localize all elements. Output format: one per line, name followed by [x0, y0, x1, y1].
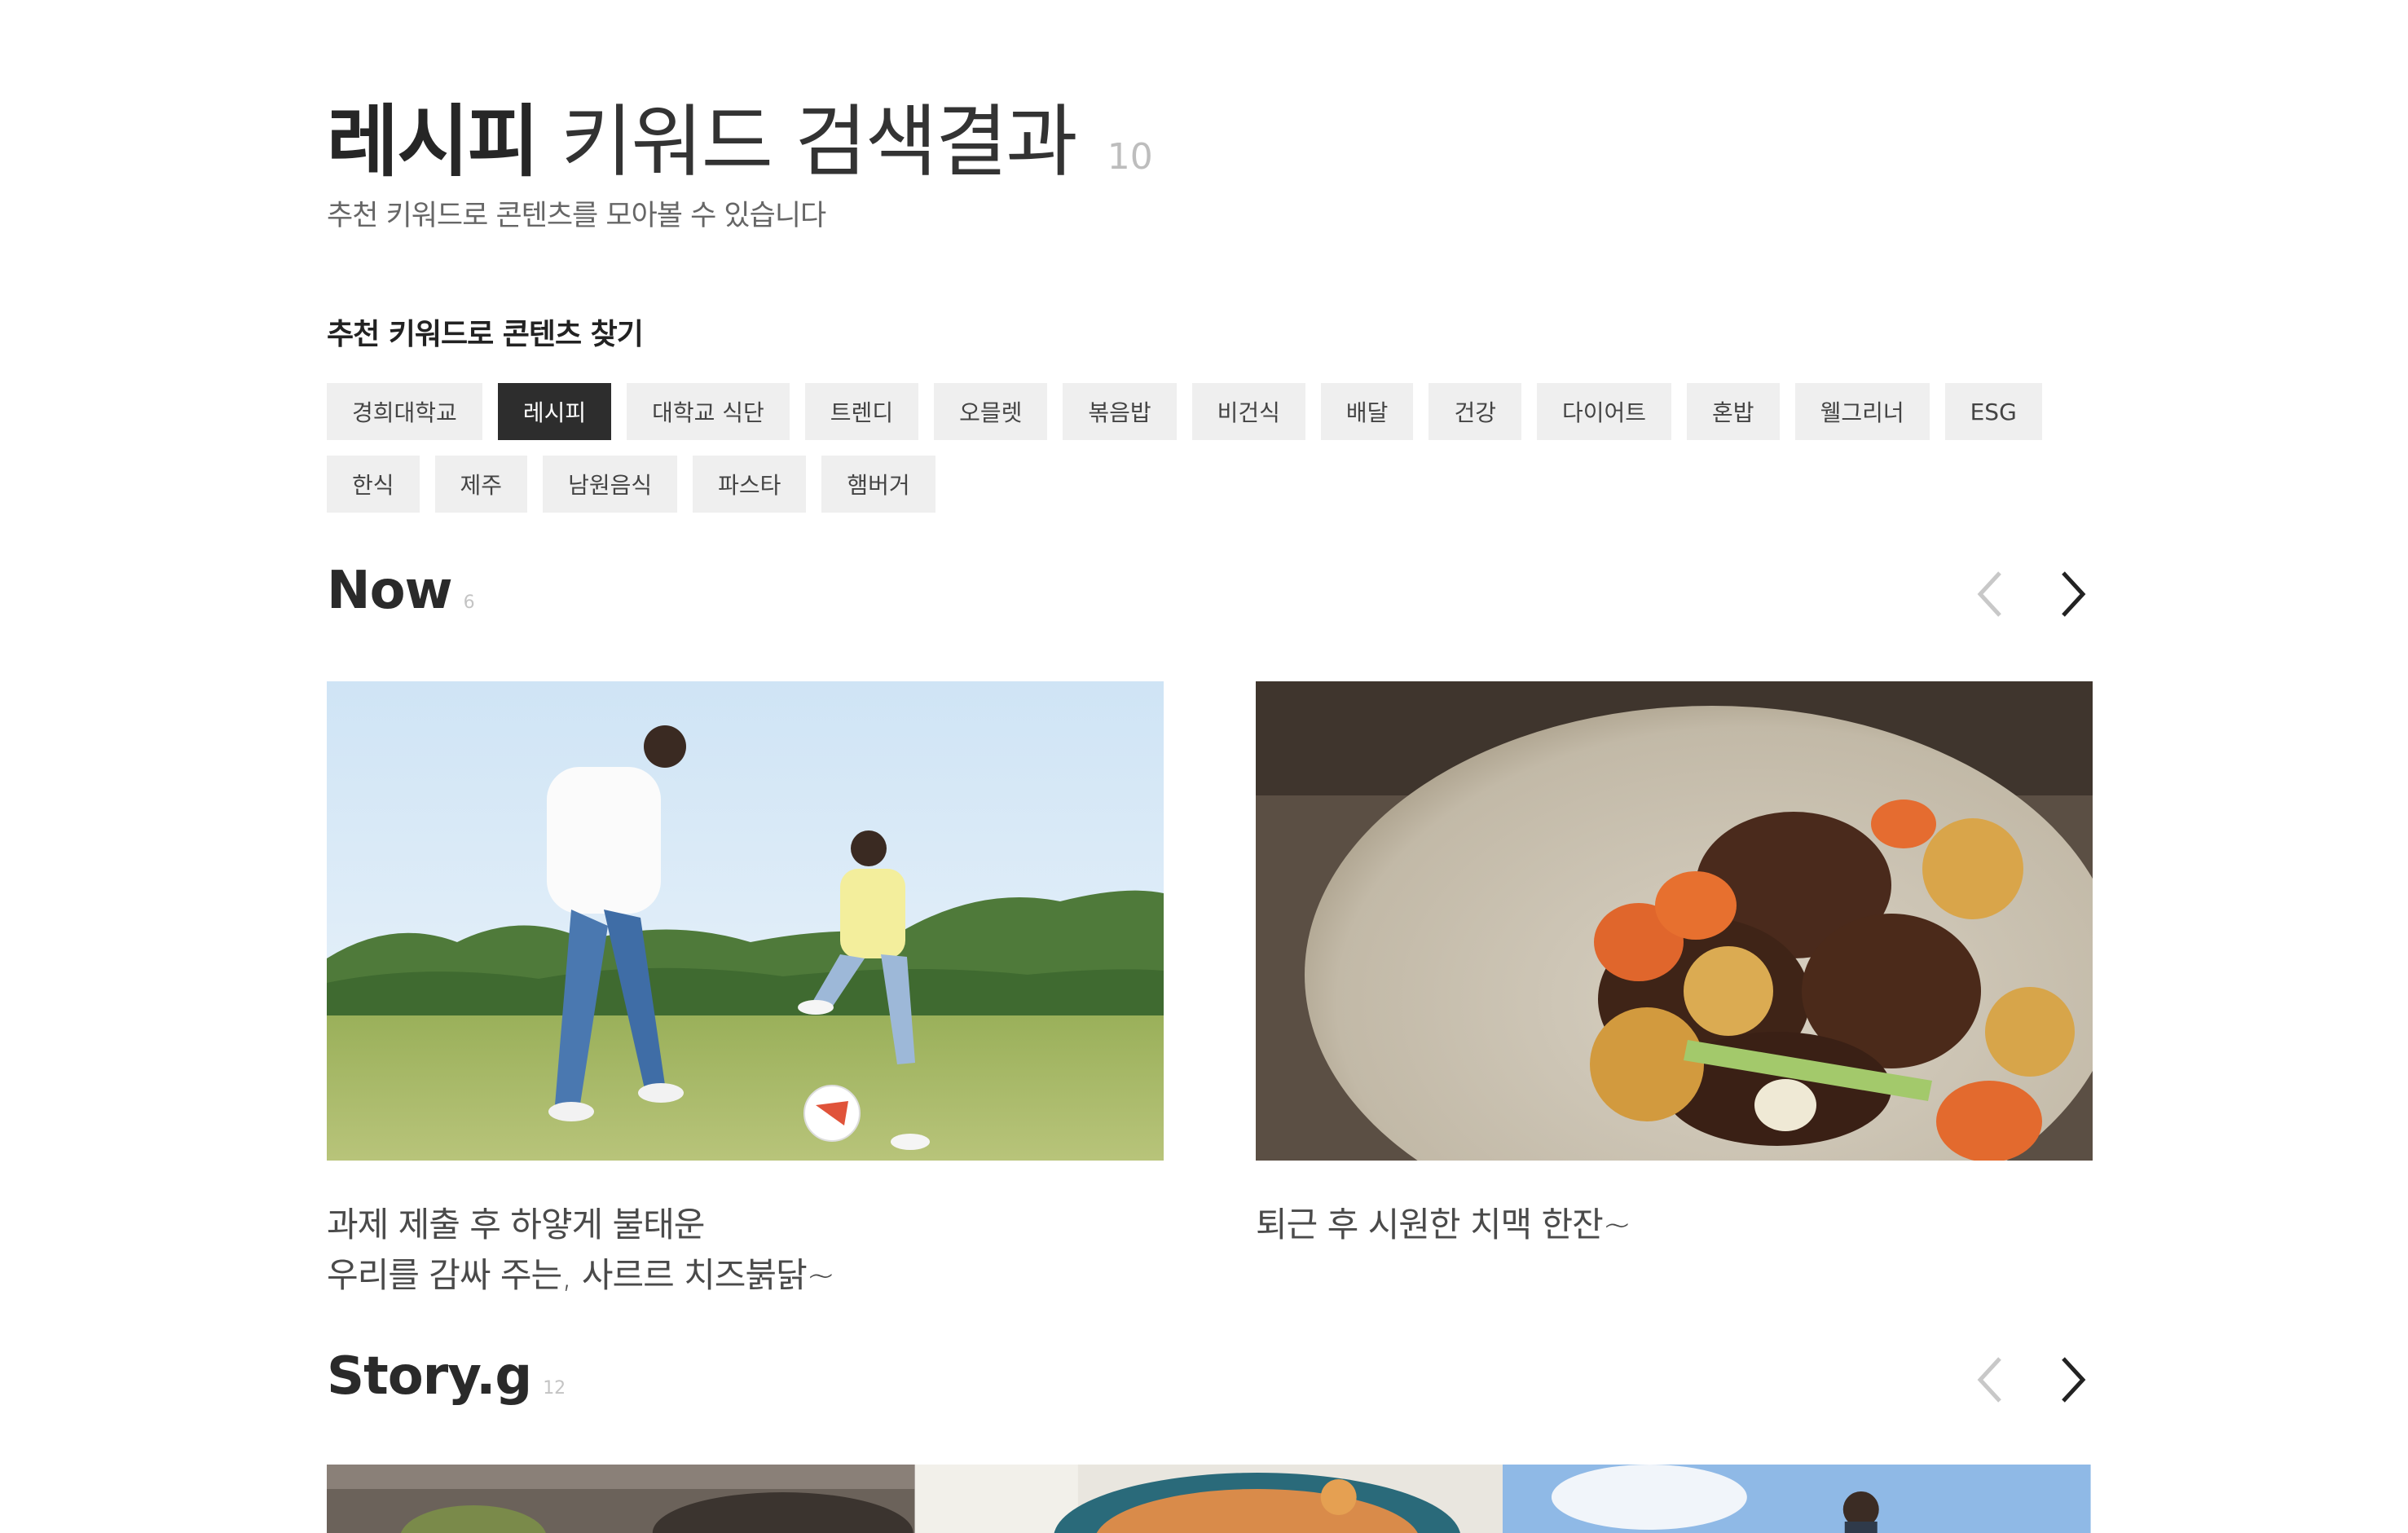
keyword-chip[interactable]: 한식 [327, 456, 420, 513]
keyword-chip[interactable]: 트렌디 [804, 383, 919, 440]
card-image-soccer[interactable] [327, 681, 1164, 1161]
page-title: 레시피 키워드 검색결과 10 [327, 78, 1153, 192]
title-keyword: 레시피 [327, 96, 539, 187]
story-count: 12 [543, 1378, 566, 1399]
now-section-title: Now 6 [327, 561, 475, 621]
now-next-button[interactable] [2047, 566, 2096, 623]
keyword-chip-list: 경희대학교 레시피 대학교 식단 트렌디 오믈렛 볶음밥 비건식 배달 건강 다… [327, 383, 2079, 513]
person-outdoor-photo [1503, 1465, 2091, 1533]
keyword-chip[interactable]: ESG [1944, 383, 2042, 440]
story-thumbnail[interactable] [327, 1465, 915, 1533]
keyword-chip[interactable]: 비건식 [1191, 383, 1305, 440]
chevron-right-icon [2062, 571, 2086, 617]
result-count: 10 [1107, 136, 1153, 178]
keyword-search-page: 레시피 키워드 검색결과 10 추천 키워드로 콘텐츠를 모아볼 수 있습니다 … [0, 0, 2408, 1533]
father-son-soccer-photo [327, 681, 1164, 1161]
chevron-right-icon [2062, 1357, 2086, 1403]
food-bowl-photo [327, 1465, 915, 1533]
keyword-chip[interactable]: 배달 [1320, 383, 1414, 440]
now-card[interactable]: 퇴근 후 시원한 치맥 한잔~ [1256, 681, 2093, 1250]
now-prev-button[interactable] [1967, 566, 2016, 623]
now-title: Now [327, 561, 453, 621]
keyword-chip[interactable]: 혼밥 [1687, 383, 1780, 440]
keyword-chip-active[interactable]: 레시피 [497, 383, 612, 440]
page-subtitle: 추천 키워드로 콘텐츠를 모아볼 수 있습니다 [327, 200, 826, 232]
story-title: Story.g [327, 1346, 532, 1407]
keyword-chip[interactable]: 건강 [1429, 383, 1521, 440]
chevron-left-icon [1977, 1357, 2001, 1403]
keyword-chip[interactable]: 제주 [434, 456, 528, 513]
card-caption[interactable]: 퇴근 후 시원한 치맥 한잔~ [1256, 1200, 2093, 1250]
keyword-chip[interactable]: 오믈렛 [934, 383, 1048, 440]
story-next-button[interactable] [2047, 1351, 2096, 1408]
seafood-pasta-photo [914, 1465, 1503, 1533]
braised-short-ribs-photo [1256, 681, 2093, 1161]
now-count: 6 [463, 592, 475, 613]
keyword-chip[interactable]: 햄버거 [821, 456, 935, 513]
keyword-section-heading: 추천 키워드로 콘텐츠 찾기 [327, 318, 644, 351]
keyword-chip[interactable]: 남원음식 [543, 456, 678, 513]
keyword-chip[interactable]: 대학교 식단 [627, 383, 790, 440]
caption-line: 퇴근 후 시원한 치맥 한잔~ [1256, 1205, 1631, 1244]
story-thumbnail[interactable] [1503, 1465, 2091, 1533]
card-caption[interactable]: 과제 제출 후 하얗게 불태운 우리를 감싸 주는, 사르르 치즈붉닭~ [327, 1200, 1164, 1301]
card-image-ribs[interactable] [1256, 681, 2093, 1161]
story-thumbnail-strip [327, 1465, 2091, 1533]
now-card[interactable]: 과제 제출 후 하얗게 불태운 우리를 감싸 주는, 사르르 치즈붉닭~ [327, 681, 1164, 1301]
title-text: 키워드 검색결과 [560, 96, 1078, 187]
keyword-chip[interactable]: 경희대학교 [327, 383, 482, 440]
keyword-chip[interactable]: 볶음밥 [1063, 383, 1177, 440]
story-thumbnail[interactable] [914, 1465, 1503, 1533]
keyword-chip[interactable]: 웰그리너 [1794, 383, 1930, 440]
story-prev-button[interactable] [1967, 1351, 2016, 1408]
caption-line: 우리를 감싸 주는, 사르르 치즈붉닭~ [327, 1255, 835, 1295]
caption-line: 과제 제출 후 하얗게 불태운 [327, 1205, 705, 1244]
keyword-chip[interactable]: 파스타 [693, 456, 807, 513]
story-section-title: Story.g 12 [327, 1346, 566, 1407]
chevron-left-icon [1977, 571, 2001, 617]
keyword-chip[interactable]: 다이어트 [1536, 383, 1672, 440]
